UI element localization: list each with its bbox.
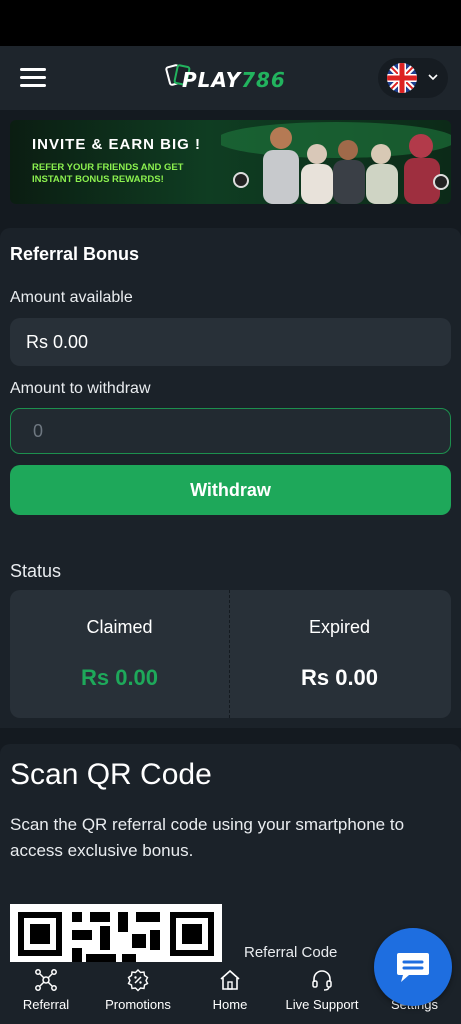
qr-code-card: Scan QR Code Scan the QR referral code u… — [0, 744, 461, 962]
nav-label: Promotions — [105, 997, 171, 1012]
invite-earn-banner[interactable]: INVITE & EARN BIG ! REFER YOUR FRIENDS A… — [10, 120, 451, 204]
nav-label: Referral — [22, 997, 70, 1012]
language-selector[interactable] — [378, 58, 448, 98]
system-status-bar — [0, 0, 461, 46]
nav-promotions[interactable]: Promotions — [92, 962, 184, 1024]
home-icon — [220, 969, 240, 990]
nav-label: Home — [212, 997, 248, 1012]
uk-flag-icon — [387, 63, 417, 93]
amount-to-withdraw-label: Amount to withdraw — [10, 380, 151, 397]
headset-icon — [312, 970, 332, 991]
nav-live-support[interactable]: Live Support — [276, 962, 368, 1024]
expired-label: Expired — [308, 617, 371, 637]
banner-people-illustration — [221, 122, 451, 204]
banner-subtitle: REFER YOUR FRIENDS AND GET INSTANT BONUS… — [32, 162, 184, 185]
withdraw-amount-input[interactable] — [10, 408, 451, 454]
withdraw-button[interactable]: Withdraw — [10, 465, 451, 515]
claimed-amount: Rs 0.00 — [80, 665, 159, 690]
live-chat-button[interactable] — [374, 928, 452, 1006]
claimed-status: Claimed Rs 0.00 — [10, 590, 229, 718]
claimed-label: Claimed — [86, 617, 153, 637]
play786-logo[interactable]: PLAY786 — [164, 60, 306, 96]
referral-code-label: Referral Code — [244, 944, 338, 961]
referral-network-icon — [35, 969, 57, 991]
nav-label: Live Support — [285, 997, 359, 1012]
referral-bonus-card: Referral Bonus Amount available Rs 0.00 … — [0, 228, 461, 728]
referral-bonus-title: Referral Bonus — [10, 244, 140, 264]
banner-title: INVITE & EARN BIG ! — [32, 136, 202, 153]
chat-bubble-icon — [397, 953, 429, 982]
menu-icon[interactable] — [20, 68, 46, 88]
expired-status: Expired Rs 0.00 — [230, 590, 449, 718]
referral-page: INVITE & EARN BIG ! REFER YOUR FRIENDS A… — [0, 110, 461, 962]
amount-available-label: Amount available — [10, 289, 133, 306]
status-summary: Claimed Rs 0.00 Expired Rs 0.00 — [10, 590, 451, 718]
promotions-badge-icon — [127, 969, 149, 992]
referral-qr-code[interactable] — [10, 904, 222, 962]
nav-referral[interactable]: Referral — [0, 962, 92, 1024]
amount-available-field: Rs 0.00 — [10, 318, 451, 366]
logo-text: PLAY786 — [182, 68, 286, 92]
expired-amount: Rs 0.00 — [300, 665, 379, 690]
qr-description: Scan the QR referral code using your sma… — [10, 815, 405, 860]
chevron-down-icon — [428, 74, 438, 81]
qr-title: Scan QR Code — [10, 758, 212, 791]
amount-available-value: Rs 0.00 — [26, 332, 89, 352]
app-header: PLAY786 — [0, 46, 461, 110]
nav-home[interactable]: Home — [184, 962, 276, 1024]
status-label: Status — [10, 561, 62, 581]
